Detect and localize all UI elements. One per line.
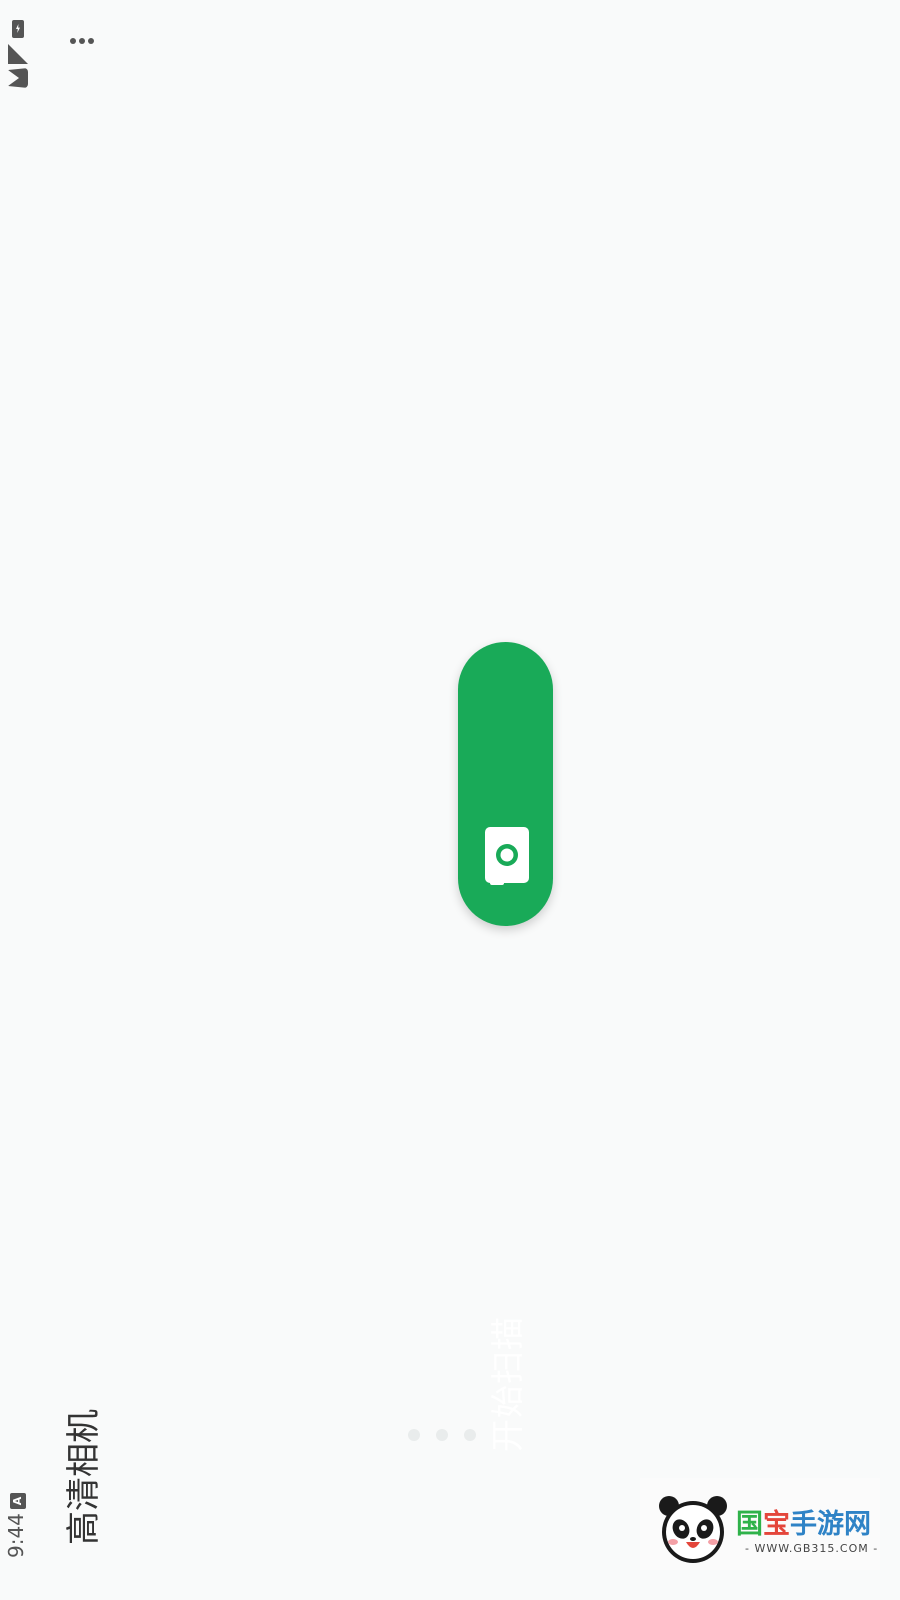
- watermark-title: 国宝手游网: [736, 1509, 871, 1540]
- system-icons: [6, 18, 32, 90]
- page-dot[interactable]: [408, 1429, 420, 1441]
- status-bar: 9:44 A: [0, 0, 40, 1600]
- status-time: 9:44: [4, 1513, 28, 1558]
- wifi-icon: [8, 68, 28, 88]
- start-scan-label: 开始扫描: [488, 1316, 527, 1452]
- page-indicator: [400, 1425, 490, 1445]
- watermark-url: - WWW.GB315.COM -: [745, 1542, 879, 1555]
- app-title: 高清相机: [64, 1409, 104, 1545]
- signal-icon: [8, 44, 28, 64]
- a-letter-icon: A: [10, 1493, 26, 1509]
- page-dot[interactable]: [436, 1429, 448, 1441]
- battery-icon: [12, 20, 24, 38]
- page-dot[interactable]: [464, 1429, 476, 1441]
- camera-icon: [485, 827, 529, 885]
- watermark: 国宝手游网 - WWW.GB315.COM -: [640, 1478, 880, 1570]
- panda-logo-icon: [659, 1496, 727, 1563]
- more-dots-icon[interactable]: [68, 32, 98, 52]
